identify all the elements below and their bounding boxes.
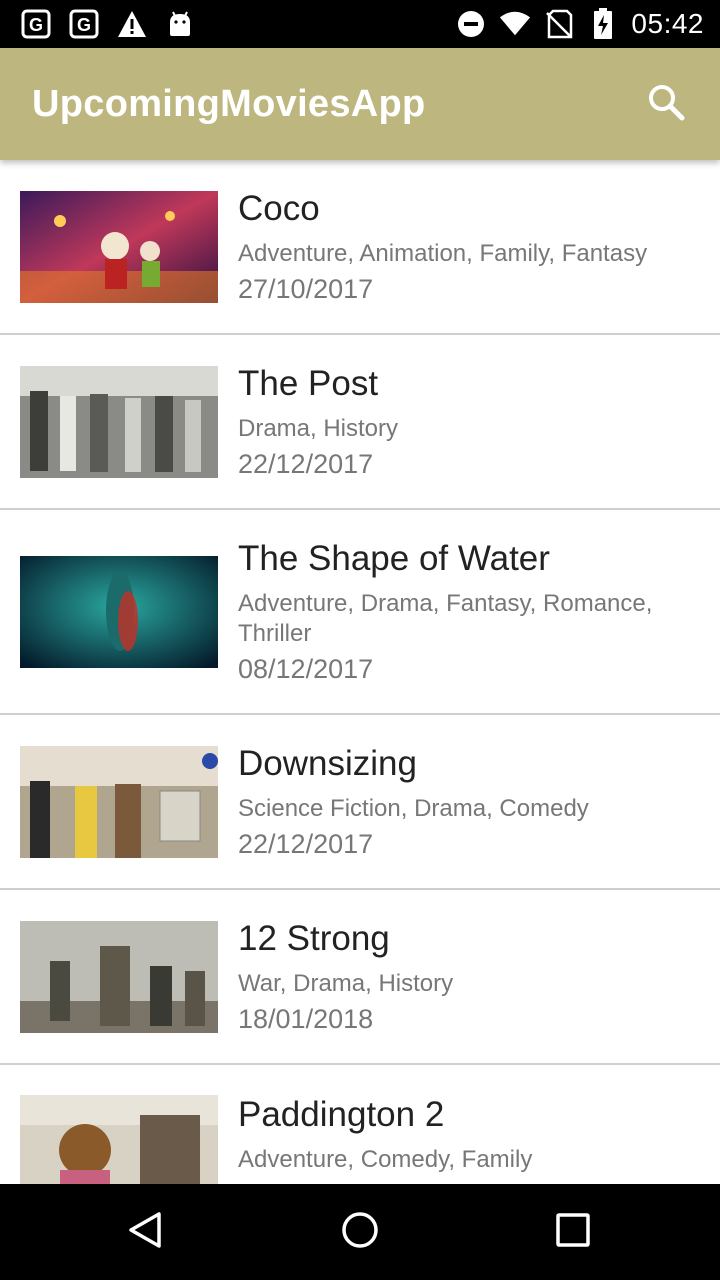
app-title: UpcomingMoviesApp (32, 82, 426, 125)
app-bar: UpcomingMoviesApp (0, 48, 720, 160)
movie-poster-image (20, 1095, 218, 1184)
search-icon (646, 82, 686, 127)
movie-genres: Adventure, Animation, Family, Fantasy (238, 239, 648, 267)
movie-genres: Science Fiction, Drama, Comedy (238, 794, 589, 822)
g-icon: G (68, 8, 100, 40)
navigation-bar (0, 1184, 720, 1280)
movie-item-the-post[interactable]: The Post Drama, History 22/12/2017 (0, 335, 720, 510)
movie-title: The Shape of Water (238, 538, 550, 578)
movie-title: Paddington 2 (238, 1095, 445, 1134)
status-time: 05:42 (631, 8, 704, 39)
back-icon (127, 1210, 167, 1255)
movie-poster-image (20, 555, 218, 668)
movie-release-date: 22/12/2017 (238, 828, 374, 859)
no-sim-icon (543, 8, 575, 40)
movie-title: The Post (238, 363, 379, 403)
movie-poster-image (20, 920, 218, 1033)
movie-title: Downsizing (238, 743, 417, 783)
movie-title: 12 Strong (238, 918, 390, 958)
movie-release-date: 27/10/2017 (238, 273, 374, 304)
svg-text:G: G (29, 15, 43, 35)
svg-text:G: G (77, 15, 91, 35)
movie-item-12-strong[interactable]: 12 Strong War, Drama, History 18/01/2018 (0, 890, 720, 1065)
movie-genres: Drama, History (238, 414, 399, 442)
movie-item-paddington-2[interactable]: Paddington 2 Adventure, Comedy, Family (0, 1065, 720, 1184)
g-icon: G (20, 8, 52, 40)
movie-release-date: 08/12/2017 (238, 653, 374, 684)
movie-poster-image (20, 190, 218, 303)
movie-poster-image (20, 745, 218, 858)
movie-release-date: 22/12/2017 (238, 448, 374, 479)
home-icon (340, 1210, 380, 1255)
movie-title: Coco (238, 188, 320, 228)
home-button[interactable] (320, 1192, 400, 1272)
movie-genres: Adventure, Drama, Fantasy, Romance, Thri… (238, 589, 653, 647)
recents-button[interactable] (533, 1192, 613, 1272)
search-button[interactable] (638, 76, 694, 132)
movie-release-date: 18/01/2018 (238, 1003, 374, 1034)
do-not-disturb-icon (455, 8, 487, 40)
movie-item-the-shape-of-water[interactable]: The Shape of Water Adventure, Drama, Fan… (0, 510, 720, 715)
android-icon (164, 8, 196, 40)
movie-genres: Adventure, Comedy, Family (238, 1146, 533, 1173)
warning-icon (116, 8, 148, 40)
movie-genres: War, Drama, History (238, 969, 454, 997)
recents-icon (553, 1210, 593, 1255)
wifi-icon (499, 8, 531, 40)
movie-item-downsizing[interactable]: Downsizing Science Fiction, Drama, Comed… (0, 715, 720, 890)
movie-list[interactable]: Coco Adventure, Animation, Family, Fanta… (0, 160, 720, 1184)
battery-charging-icon (587, 8, 619, 40)
back-button[interactable] (107, 1192, 187, 1272)
movie-poster-image (20, 365, 218, 478)
movie-item-coco[interactable]: Coco Adventure, Animation, Family, Fanta… (0, 160, 720, 335)
status-bar: G G 05:42 (0, 0, 720, 48)
